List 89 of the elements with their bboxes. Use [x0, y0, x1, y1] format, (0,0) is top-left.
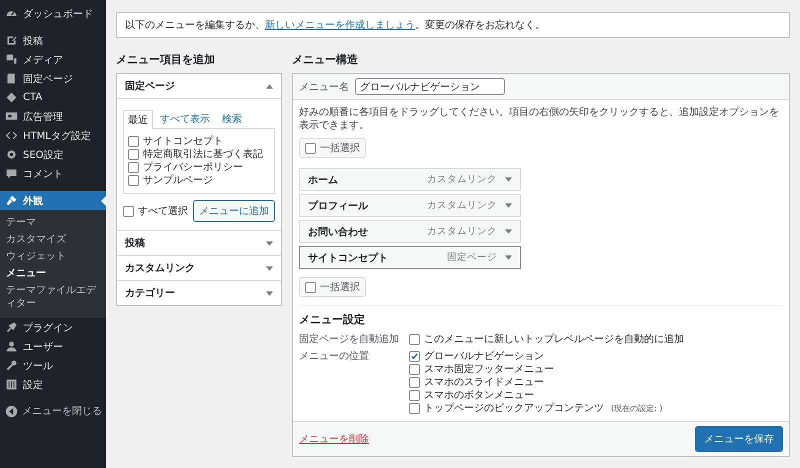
caret-icon[interactable]: [266, 290, 273, 296]
checkbox[interactable]: [128, 175, 139, 186]
accordion-header[interactable]: カスタムリンク: [117, 256, 281, 280]
collapse-menu-button[interactable]: メニューを閉じる: [0, 402, 106, 420]
settings-icon: [5, 378, 18, 391]
checkbox-label: 特定商取引法に基づく表記: [143, 148, 263, 161]
accordion-header[interactable]: 投稿: [117, 231, 281, 255]
add-to-menu-button[interactable]: メニューに追加: [193, 200, 275, 222]
checkbox-label: トップページのピックアップコンテンツ: [424, 402, 604, 415]
code-icon: [5, 129, 18, 142]
accordion-header[interactable]: カテゴリー: [117, 281, 281, 305]
submenu-item[interactable]: ウィジェット: [0, 248, 106, 265]
plug-icon: [5, 321, 18, 334]
sidebar-item[interactable]: ユーザー: [0, 337, 106, 356]
menu-name-field[interactable]: グローバルナビゲーション: [355, 78, 505, 95]
user-icon: [5, 340, 18, 353]
section-heading: メニュー構造: [292, 52, 359, 67]
pages-icon: [5, 72, 18, 85]
section-heading: メニュー項目を追加: [116, 52, 216, 67]
note-text: (現在の設定: ): [611, 403, 662, 415]
tab[interactable]: 最近: [123, 110, 153, 129]
checkbox-label: スマホ固定フッターメニュー: [424, 363, 554, 376]
checkbox[interactable]: [305, 142, 316, 154]
checkbox-label: サイトコンセプト: [143, 135, 223, 148]
checkbox-label: サンプルページ: [143, 174, 213, 187]
submenu-item[interactable]: メニュー: [0, 265, 106, 282]
media-icon: [5, 53, 18, 66]
checkbox-label: グローバルナビゲーション: [424, 350, 544, 363]
create-menu-link[interactable]: 新しいメニューを作成しましょう: [265, 20, 415, 31]
checkbox[interactable]: [409, 364, 420, 375]
monitor-icon: [5, 110, 18, 123]
menu-item-row[interactable]: お問い合わせ カスタムリンク: [299, 220, 521, 243]
caret-icon[interactable]: [505, 255, 512, 260]
setting-label: 固定ページを自動追加: [299, 333, 400, 346]
sidebar-item[interactable]: 広告管理: [0, 107, 106, 126]
caret-icon[interactable]: [505, 229, 512, 234]
comment-icon: [5, 167, 18, 180]
checkbox[interactable]: [409, 334, 420, 345]
caret-icon[interactable]: [266, 240, 273, 246]
checkbox[interactable]: [409, 403, 420, 414]
submenu-item[interactable]: テーマ: [0, 214, 106, 231]
checkbox-label: このメニューに新しいトップレベルページを自動的に追加: [424, 333, 684, 346]
checkbox[interactable]: [409, 351, 420, 362]
instructions-text: 好みの順番に各項目をドラッグしてください。項目の右側の矢印をクリックすると、追加設定オプションを表示できます。: [299, 106, 780, 132]
checkbox[interactable]: [123, 206, 134, 216]
sidebar-item[interactable]: SEO設定: [0, 145, 106, 164]
brush-icon: [5, 194, 18, 207]
tab[interactable]: 検索: [217, 109, 247, 128]
delete-menu-link[interactable]: メニューを削除: [299, 432, 369, 446]
notice-text: 以下のメニューを編集するか、新しいメニューを作成しましょう。変更の保存をお忘れなく。: [116, 12, 790, 38]
caret-icon[interactable]: [266, 84, 273, 88]
tab[interactable]: すべて表示: [155, 109, 215, 128]
sidebar-item[interactable]: 設定: [0, 375, 106, 394]
sidebar-item[interactable]: 投稿: [0, 31, 106, 50]
sidebar-item[interactable]: メディア: [0, 50, 106, 69]
menu-item-row[interactable]: ホーム カスタムリンク: [299, 168, 521, 191]
menu-item-row[interactable]: プロフィール カスタムリンク: [299, 194, 521, 217]
sidebar-item[interactable]: ツール: [0, 356, 106, 375]
bulk-select-button[interactable]: 一括選択: [299, 277, 366, 297]
checkbox[interactable]: [409, 377, 420, 388]
sidebar-item[interactable]: 外観: [0, 191, 106, 210]
sidebar-item[interactable]: CTA: [0, 88, 106, 107]
accordion-header[interactable]: 固定ページ: [117, 74, 281, 99]
collapse-icon: [5, 404, 18, 418]
checkbox[interactable]: [305, 282, 316, 292]
caret-icon[interactable]: [266, 266, 273, 270]
sidebar-item[interactable]: プラグイン: [0, 318, 106, 337]
sidebar-item[interactable]: コメント: [0, 164, 106, 183]
checkbox[interactable]: [128, 136, 139, 147]
bulk-select-button[interactable]: 一括選択: [299, 138, 366, 158]
sidebar-item[interactable]: HTMLタグ設定: [0, 126, 106, 145]
submenu-item[interactable]: カスタマイズ: [0, 231, 106, 248]
checkbox[interactable]: [128, 162, 139, 173]
checkbox[interactable]: [409, 390, 420, 401]
field-label: メニュー名: [299, 80, 349, 94]
checkbox-label: スマホのスライドメニュー: [424, 376, 544, 389]
checkbox[interactable]: [128, 149, 139, 160]
setting-label: メニューの位置: [299, 350, 370, 364]
checkbox-label: プライバシーポリシー: [143, 161, 243, 174]
checkbox-label: スマホのボタンメニュー: [424, 389, 534, 402]
submenu-item[interactable]: テーマファイルエディター: [0, 282, 106, 312]
checkbox-label: すべて選択: [138, 204, 188, 218]
caret-icon[interactable]: [505, 203, 512, 208]
caret-icon[interactable]: [505, 177, 512, 182]
sidebar-item[interactable]: ダッシュボード: [0, 4, 106, 23]
sidebar-item[interactable]: 固定ページ: [0, 69, 106, 88]
save-menu-button[interactable]: メニューを保存: [695, 426, 783, 452]
settings-heading: メニュー設定: [299, 312, 366, 327]
menu-item-row[interactable]: サイトコンセプト 固定ページ: [299, 246, 521, 269]
